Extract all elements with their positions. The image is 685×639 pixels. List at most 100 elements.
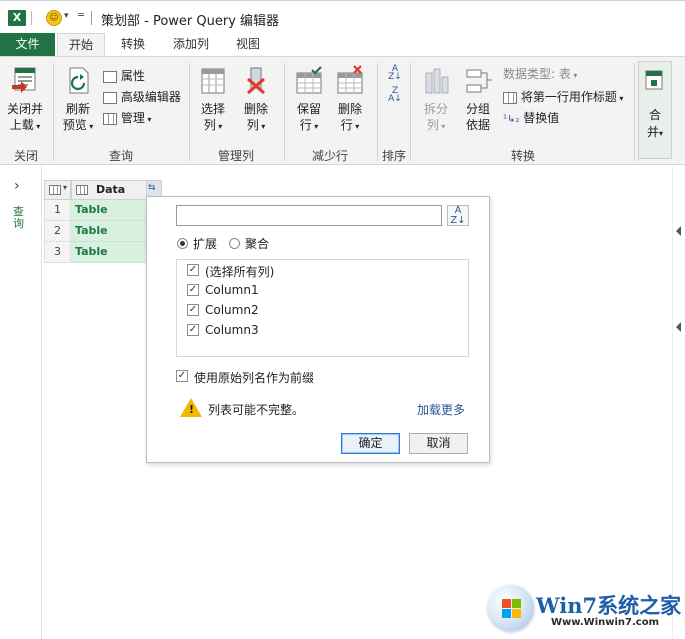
tab-home[interactable]: 开始 bbox=[57, 33, 105, 57]
properties-icon bbox=[103, 70, 117, 83]
windows-logo-icon bbox=[512, 609, 521, 618]
divider bbox=[91, 11, 92, 25]
ribbon-tabs: 文件 开始 转换 添加列 视图 bbox=[0, 33, 685, 57]
split-column-label-1: 拆分 bbox=[423, 102, 448, 116]
row-number: 1 bbox=[44, 200, 71, 221]
dropdown-arrow-icon: ▾ bbox=[258, 122, 266, 131]
tab-file[interactable]: 文件 bbox=[0, 33, 55, 57]
queries-pane-label[interactable]: 查询 bbox=[13, 206, 27, 230]
dropdown-arrow-icon: ▾ bbox=[86, 122, 94, 131]
expand-queries-pane-icon[interactable]: › bbox=[14, 178, 20, 194]
cancel-button[interactable]: 取消 bbox=[409, 433, 468, 454]
title-bar: X ☺ ▾ ═ 策划部 - Power Query 编辑器 bbox=[0, 0, 685, 34]
group-by-label-2: 依据 bbox=[465, 118, 490, 132]
remove-columns-label-1: 删除 bbox=[243, 102, 268, 116]
table-cell-link[interactable]: Table bbox=[71, 221, 147, 242]
select-all-label: (选择所有列) bbox=[205, 265, 275, 279]
dropdown-arrow-icon: ▾ bbox=[33, 122, 41, 131]
remove-rows-label-1: 删除 bbox=[337, 102, 362, 116]
dropdown-arrow-icon: ▾ bbox=[144, 115, 152, 124]
data-type-dropdown[interactable]: 数据类型: 表 ▾ bbox=[503, 65, 577, 82]
column-search-input[interactable] bbox=[176, 205, 442, 226]
use-prefix-label: 使用原始列名作为前缀 bbox=[194, 371, 315, 385]
split-column-label-2: 列 bbox=[426, 118, 439, 132]
collapse-arrow-icon[interactable] bbox=[676, 322, 681, 332]
group-label-transform: 转换 bbox=[510, 149, 535, 163]
manage-label: 管理 bbox=[120, 111, 145, 125]
dropdown-arrow-icon: ▾ bbox=[311, 122, 319, 131]
smiley-dropdown-icon[interactable]: ▾ bbox=[64, 11, 69, 21]
select-all-checkbox[interactable]: ✓ bbox=[187, 264, 199, 276]
vertical-scrollbar[interactable] bbox=[672, 166, 685, 639]
split-column-button[interactable]: 拆分 列 ▾ bbox=[416, 65, 456, 135]
tab-view[interactable]: 视图 bbox=[228, 33, 268, 57]
windows-logo-icon bbox=[502, 609, 511, 618]
remove-rows-button[interactable]: 删除 行 ▾ bbox=[330, 65, 370, 135]
replace-values-button[interactable]: ¹↳₂ 替换值 bbox=[503, 109, 559, 126]
combine-label-2-row: 并▾ bbox=[639, 123, 671, 140]
sort-ascending-icon[interactable]: A Z↓ bbox=[386, 65, 404, 82]
ok-button[interactable]: 确定 bbox=[341, 433, 400, 454]
aggregate-radio[interactable] bbox=[229, 238, 240, 249]
column3-checkbox[interactable]: ✓ bbox=[187, 324, 199, 336]
advanced-editor-icon bbox=[103, 91, 117, 104]
group-by-button[interactable]: 分组 依据 bbox=[458, 65, 498, 133]
refresh-icon bbox=[69, 67, 89, 94]
tab-transform[interactable]: 转换 bbox=[113, 33, 153, 57]
expand-radio[interactable] bbox=[177, 238, 188, 249]
choose-columns-button[interactable]: 选择 列 ▾ bbox=[193, 65, 233, 135]
replace-values-label: 替换值 bbox=[523, 111, 560, 125]
windows-logo-icon bbox=[502, 599, 511, 608]
keep-rows-label-1: 保留 bbox=[296, 102, 321, 116]
column-list: ✓ (选择所有列) ✓ Column1 ✓ Column2 ✓ Column3 bbox=[176, 259, 469, 357]
replace-values-icon: ¹↳₂ bbox=[503, 114, 520, 125]
choose-columns-label-2: 列 bbox=[203, 118, 216, 132]
combine-button[interactable]: 合 并▾ bbox=[638, 61, 672, 159]
split-column-icon bbox=[425, 68, 449, 94]
header-row-icon bbox=[503, 91, 517, 104]
column1-label: Column1 bbox=[205, 283, 259, 297]
sort-az-icon: A Z↓ bbox=[450, 205, 466, 226]
refresh-preview-button[interactable]: 刷新 预览 ▾ bbox=[58, 65, 98, 135]
smiley-feedback-icon[interactable]: ☺ bbox=[46, 10, 62, 26]
keep-rows-button[interactable]: 保留 行 ▾ bbox=[289, 65, 329, 135]
combine-label-2: 并 bbox=[646, 125, 659, 139]
dropdown-arrow-icon: ▾ bbox=[570, 71, 578, 80]
use-first-row-header-button[interactable]: 将第一行用作标题 ▾ bbox=[503, 88, 623, 105]
table-menu-button[interactable]: ▾ bbox=[44, 180, 71, 200]
use-prefix-checkbox[interactable]: ✓ bbox=[176, 370, 188, 382]
choose-columns-label-1: 选择 bbox=[200, 102, 225, 116]
expand-arrows-icon: ⇆ bbox=[148, 183, 156, 193]
column-header-label: Data bbox=[96, 183, 126, 196]
keep-rows-icon bbox=[296, 66, 322, 94]
group-label-close: 关闭 bbox=[13, 149, 38, 163]
table-cell-link[interactable]: Table bbox=[71, 242, 147, 263]
collapse-arrow-icon[interactable] bbox=[676, 226, 681, 236]
table-icon bbox=[49, 185, 61, 195]
column2-checkbox[interactable]: ✓ bbox=[187, 304, 199, 316]
advanced-editor-button[interactable]: 高级编辑器 bbox=[103, 88, 181, 105]
properties-button[interactable]: 属性 bbox=[103, 67, 145, 84]
close-and-load-button[interactable]: 关闭并 上载 ▾ bbox=[3, 65, 47, 135]
table-cell-link[interactable]: Table bbox=[71, 200, 147, 221]
windows-logo-icon bbox=[488, 585, 534, 631]
watermark-url: Www.Winwin7.com bbox=[551, 617, 660, 628]
load-more-link[interactable]: 加载更多 bbox=[417, 401, 465, 418]
sort-columns-button[interactable]: A Z↓ bbox=[447, 205, 469, 226]
tab-add-column[interactable]: 添加列 bbox=[166, 33, 216, 57]
quick-access-customize-icon[interactable]: ═ bbox=[78, 10, 84, 21]
expand-radio-label: 扩展 bbox=[193, 237, 218, 251]
excel-logo-icon: X bbox=[8, 10, 26, 26]
remove-columns-button[interactable]: 删除 列 ▾ bbox=[236, 65, 276, 135]
manage-grid-icon bbox=[103, 112, 117, 125]
column1-checkbox[interactable]: ✓ bbox=[187, 284, 199, 296]
keep-rows-label-2: 行 bbox=[299, 118, 312, 132]
watermark-brand: Win7系统之家 bbox=[536, 593, 682, 618]
manage-button[interactable]: 管理 ▾ bbox=[103, 109, 151, 126]
column-header-data[interactable]: Data bbox=[71, 180, 147, 200]
row-number: 3 bbox=[44, 242, 71, 263]
aggregate-radio-label: 聚合 bbox=[245, 237, 270, 251]
dropdown-arrow-icon: ▾ bbox=[63, 183, 68, 192]
sort-descending-icon[interactable]: Z A↓ bbox=[386, 87, 404, 104]
ribbon: 关闭并 上载 ▾ 关闭 刷新 预览 ▾ 属性 高级编辑器 管理 ▾ 查询 选择 bbox=[0, 56, 685, 165]
